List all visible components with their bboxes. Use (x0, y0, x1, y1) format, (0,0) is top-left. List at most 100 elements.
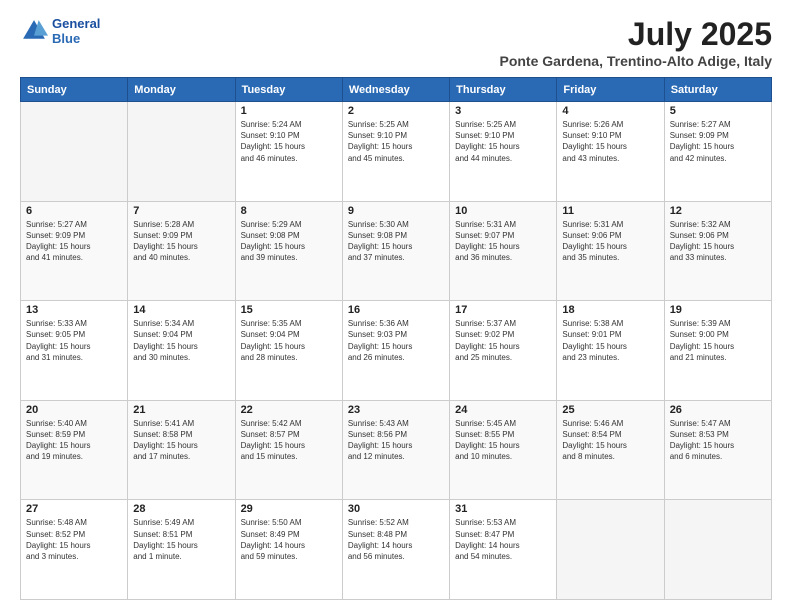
table-row: 15 Sunrise: 5:35 AM Sunset: 9:04 PM Dayli… (235, 301, 342, 401)
day-info: Sunrise: 5:43 AM Sunset: 8:56 PM Dayligh… (348, 418, 444, 463)
table-row: 21 Sunrise: 5:41 AM Sunset: 8:58 PM Dayli… (128, 400, 235, 500)
calendar-week-row: 6 Sunrise: 5:27 AM Sunset: 9:09 PM Daylig… (21, 201, 772, 301)
day-info: Sunrise: 5:34 AM Sunset: 9:04 PM Dayligh… (133, 318, 229, 363)
day-number: 24 (455, 404, 551, 416)
day-info: Sunrise: 5:31 AM Sunset: 9:06 PM Dayligh… (562, 219, 658, 264)
col-sunday: Sunday (21, 78, 128, 102)
day-info: Sunrise: 5:42 AM Sunset: 8:57 PM Dayligh… (241, 418, 337, 463)
col-thursday: Thursday (450, 78, 557, 102)
table-row (664, 500, 771, 600)
day-info: Sunrise: 5:25 AM Sunset: 9:10 PM Dayligh… (348, 119, 444, 164)
table-row: 5 Sunrise: 5:27 AM Sunset: 9:09 PM Daylig… (664, 102, 771, 202)
location-title: Ponte Gardena, Trentino-Alto Adige, Ital… (499, 53, 772, 69)
table-row: 19 Sunrise: 5:39 AM Sunset: 9:00 PM Dayli… (664, 301, 771, 401)
table-row (557, 500, 664, 600)
table-row: 22 Sunrise: 5:42 AM Sunset: 8:57 PM Dayli… (235, 400, 342, 500)
table-row: 11Sunrise: 5:31 AM Sunset: 9:06 PM Dayli… (557, 201, 664, 301)
table-row: 4Sunrise: 5:26 AM Sunset: 9:10 PM Daylig… (557, 102, 664, 202)
table-row: 29 Sunrise: 5:50 AM Sunset: 8:49 PM Dayli… (235, 500, 342, 600)
day-info: Sunrise: 5:41 AM Sunset: 8:58 PM Dayligh… (133, 418, 229, 463)
day-info: Sunrise: 5:28 AM Sunset: 9:09 PM Dayligh… (133, 219, 229, 264)
day-number: 6 (26, 205, 122, 217)
table-row: 10Sunrise: 5:31 AM Sunset: 9:07 PM Dayli… (450, 201, 557, 301)
page: General Blue July 2025 Ponte Gardena, Tr… (0, 0, 792, 612)
day-info: Sunrise: 5:32 AM Sunset: 9:06 PM Dayligh… (670, 219, 766, 264)
table-row: 31 Sunrise: 5:53 AM Sunset: 8:47 PM Dayli… (450, 500, 557, 600)
day-info: Sunrise: 5:40 AM Sunset: 8:59 PM Dayligh… (26, 418, 122, 463)
day-number: 12 (670, 205, 766, 217)
col-friday: Friday (557, 78, 664, 102)
day-number: 2 (348, 105, 444, 117)
table-row: 23 Sunrise: 5:43 AM Sunset: 8:56 PM Dayli… (342, 400, 449, 500)
day-number: 19 (670, 304, 766, 316)
day-number: 17 (455, 304, 551, 316)
logo-text: General Blue (52, 16, 100, 46)
table-row: 8 Sunrise: 5:29 AM Sunset: 9:08 PM Daylig… (235, 201, 342, 301)
table-row: 24 Sunrise: 5:45 AM Sunset: 8:55 PM Dayli… (450, 400, 557, 500)
day-info: Sunrise: 5:35 AM Sunset: 9:04 PM Dayligh… (241, 318, 337, 363)
table-row (21, 102, 128, 202)
day-number: 28 (133, 503, 229, 515)
calendar-week-row: 13Sunrise: 5:33 AM Sunset: 9:05 PM Dayli… (21, 301, 772, 401)
table-row (128, 102, 235, 202)
header: General Blue July 2025 Ponte Gardena, Tr… (20, 16, 772, 69)
calendar-week-row: 27 Sunrise: 5:48 AM Sunset: 8:52 PM Dayli… (21, 500, 772, 600)
day-info: Sunrise: 5:45 AM Sunset: 8:55 PM Dayligh… (455, 418, 551, 463)
day-number: 16 (348, 304, 444, 316)
day-info: Sunrise: 5:25 AM Sunset: 9:10 PM Dayligh… (455, 119, 551, 164)
table-row: 12 Sunrise: 5:32 AM Sunset: 9:06 PM Dayli… (664, 201, 771, 301)
day-info: Sunrise: 5:53 AM Sunset: 8:47 PM Dayligh… (455, 517, 551, 562)
day-info: Sunrise: 5:24 AM Sunset: 9:10 PM Dayligh… (241, 119, 337, 164)
day-number: 27 (26, 503, 122, 515)
calendar-header-row: Sunday Monday Tuesday Wednesday Thursday… (21, 78, 772, 102)
day-info: Sunrise: 5:48 AM Sunset: 8:52 PM Dayligh… (26, 517, 122, 562)
month-title: July 2025 (499, 16, 772, 53)
day-info: Sunrise: 5:46 AM Sunset: 8:54 PM Dayligh… (562, 418, 658, 463)
table-row: 7 Sunrise: 5:28 AM Sunset: 9:09 PM Daylig… (128, 201, 235, 301)
table-row: 3 Sunrise: 5:25 AM Sunset: 9:10 PM Daylig… (450, 102, 557, 202)
logo-icon (20, 17, 48, 45)
calendar-week-row: 20 Sunrise: 5:40 AM Sunset: 8:59 PM Dayli… (21, 400, 772, 500)
table-row: 1 Sunrise: 5:24 AM Sunset: 9:10 PM Daylig… (235, 102, 342, 202)
day-number: 21 (133, 404, 229, 416)
day-number: 20 (26, 404, 122, 416)
day-info: Sunrise: 5:29 AM Sunset: 9:08 PM Dayligh… (241, 219, 337, 264)
table-row: 17 Sunrise: 5:37 AM Sunset: 9:02 PM Dayli… (450, 301, 557, 401)
table-row: 13Sunrise: 5:33 AM Sunset: 9:05 PM Dayli… (21, 301, 128, 401)
day-info: Sunrise: 5:39 AM Sunset: 9:00 PM Dayligh… (670, 318, 766, 363)
day-number: 22 (241, 404, 337, 416)
day-number: 29 (241, 503, 337, 515)
calendar-week-row: 1 Sunrise: 5:24 AM Sunset: 9:10 PM Daylig… (21, 102, 772, 202)
day-number: 8 (241, 205, 337, 217)
day-info: Sunrise: 5:31 AM Sunset: 9:07 PM Dayligh… (455, 219, 551, 264)
table-row: 25Sunrise: 5:46 AM Sunset: 8:54 PM Dayli… (557, 400, 664, 500)
title-block: July 2025 Ponte Gardena, Trentino-Alto A… (499, 16, 772, 69)
table-row: 30Sunrise: 5:52 AM Sunset: 8:48 PM Dayli… (342, 500, 449, 600)
day-number: 23 (348, 404, 444, 416)
day-number: 5 (670, 105, 766, 117)
table-row: 26Sunrise: 5:47 AM Sunset: 8:53 PM Dayli… (664, 400, 771, 500)
table-row: 6 Sunrise: 5:27 AM Sunset: 9:09 PM Daylig… (21, 201, 128, 301)
day-number: 14 (133, 304, 229, 316)
day-info: Sunrise: 5:37 AM Sunset: 9:02 PM Dayligh… (455, 318, 551, 363)
table-row: 20 Sunrise: 5:40 AM Sunset: 8:59 PM Dayli… (21, 400, 128, 500)
day-info: Sunrise: 5:30 AM Sunset: 9:08 PM Dayligh… (348, 219, 444, 264)
day-number: 7 (133, 205, 229, 217)
day-number: 31 (455, 503, 551, 515)
day-info: Sunrise: 5:27 AM Sunset: 9:09 PM Dayligh… (26, 219, 122, 264)
day-number: 1 (241, 105, 337, 117)
day-number: 26 (670, 404, 766, 416)
day-info: Sunrise: 5:27 AM Sunset: 9:09 PM Dayligh… (670, 119, 766, 164)
day-info: Sunrise: 5:50 AM Sunset: 8:49 PM Dayligh… (241, 517, 337, 562)
table-row: 9Sunrise: 5:30 AM Sunset: 9:08 PM Daylig… (342, 201, 449, 301)
col-wednesday: Wednesday (342, 78, 449, 102)
table-row: 27 Sunrise: 5:48 AM Sunset: 8:52 PM Dayli… (21, 500, 128, 600)
day-info: Sunrise: 5:33 AM Sunset: 9:05 PM Dayligh… (26, 318, 122, 363)
day-number: 15 (241, 304, 337, 316)
table-row: 14 Sunrise: 5:34 AM Sunset: 9:04 PM Dayli… (128, 301, 235, 401)
day-info: Sunrise: 5:26 AM Sunset: 9:10 PM Dayligh… (562, 119, 658, 164)
day-number: 3 (455, 105, 551, 117)
table-row: 2 Sunrise: 5:25 AM Sunset: 9:10 PM Daylig… (342, 102, 449, 202)
day-number: 18 (562, 304, 658, 316)
day-info: Sunrise: 5:49 AM Sunset: 8:51 PM Dayligh… (133, 517, 229, 562)
